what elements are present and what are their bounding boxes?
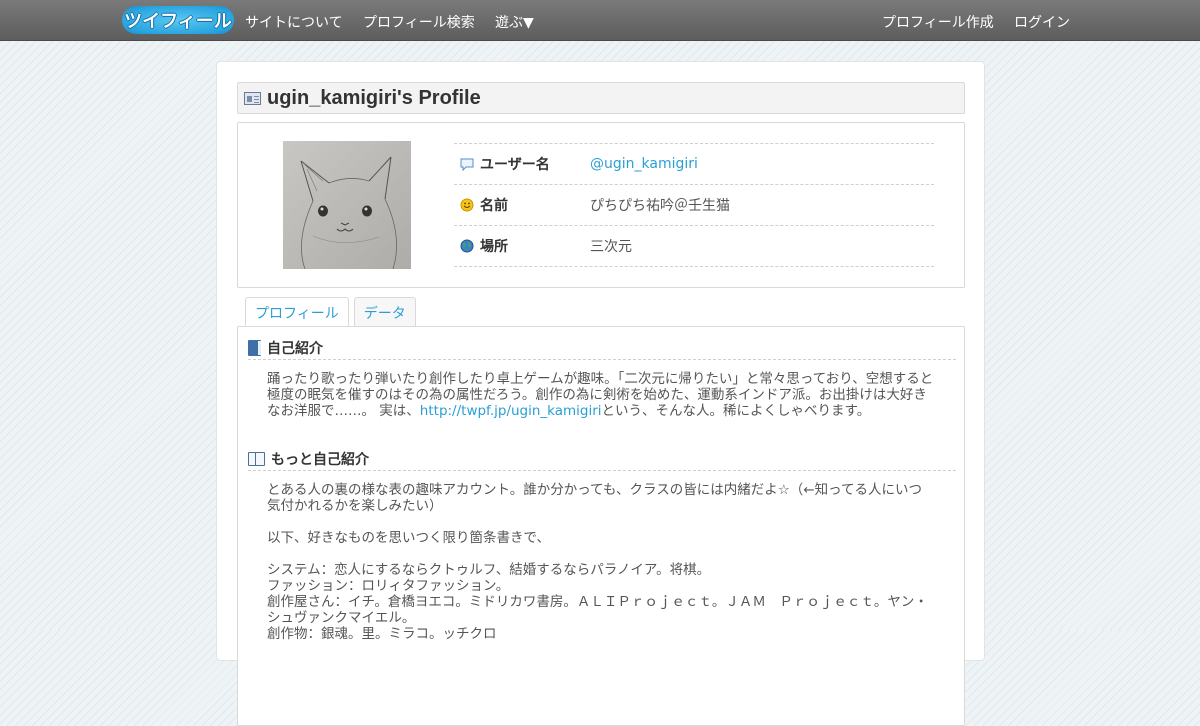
- cat-drawing-icon: [300, 156, 397, 269]
- site-logo[interactable]: ツイフィール: [122, 6, 234, 34]
- profile-info-table: ユーザー名 @ugin_kamigiri 名前 ぴちぴち祐吟＠壬生猫 場所 三次…: [454, 143, 934, 267]
- nav-about[interactable]: サイトについて: [245, 12, 343, 32]
- book-icon: [248, 339, 261, 356]
- page-title: ugin_kamigiri's Profile: [267, 86, 481, 109]
- paragraph: とある人の裏の様な表の趣味アカウント。誰か分かっても、クラスの皆には内緒だよ☆（…: [267, 482, 922, 514]
- page-title-bar: ugin_kamigiri's Profile: [237, 82, 965, 114]
- nav-login[interactable]: ログイン: [1014, 12, 1070, 32]
- avatar[interactable]: [283, 141, 411, 269]
- id-card-icon: [244, 91, 261, 105]
- main-container: ugin_kamigiri's Profile ユーザー名 @ugin_kami…: [216, 61, 985, 726]
- info-label: 場所: [480, 239, 508, 255]
- profile-summary: ユーザー名 @ugin_kamigiri 名前 ぴちぴち祐吟＠壬生猫 場所 三次…: [237, 122, 965, 288]
- top-navbar: ツイフィール サイトについて プロフィール検索 遊ぶ▼ プロフィール作成 ログイ…: [0, 0, 1200, 41]
- nav-profile-search[interactable]: プロフィール検索: [363, 12, 475, 32]
- intro-text-part: という、そんな人。稀によくしゃべります。: [601, 403, 871, 419]
- nav-play-menu[interactable]: 遊ぶ▼: [495, 12, 534, 32]
- section-title: もっと自己紹介: [271, 451, 369, 468]
- profile-tabs: プロフィール データ: [245, 297, 421, 328]
- smiley-icon: [460, 198, 474, 212]
- section-intro-header: 自己紹介: [248, 336, 956, 360]
- section-title: 自己紹介: [267, 340, 323, 357]
- speech-bubble-icon: [460, 158, 474, 171]
- info-row-name: 名前 ぴちぴち祐吟＠壬生猫: [454, 185, 934, 226]
- location-value: 三次元: [590, 239, 632, 255]
- username-link[interactable]: @ugin_kamigiri: [590, 156, 698, 172]
- twpf-link[interactable]: http://twpf.jp/ugin_kamigiri: [420, 403, 602, 419]
- tab-profile[interactable]: プロフィール: [245, 297, 349, 328]
- section-more-header: もっと自己紹介: [248, 447, 956, 471]
- info-label: 名前: [480, 198, 508, 214]
- display-name: ぴちぴち祐吟＠壬生猫: [590, 198, 730, 214]
- paragraph: 以下、好きなものを思いつく限り箇条書きで、: [267, 530, 550, 546]
- profile-content: 自己紹介 踊ったり歌ったり弾いたり創作したり卓上ゲームが趣味。「二次元に帰りたい…: [237, 326, 965, 726]
- paragraph: システム：恋人にするならクトゥルフ、結婚するならパラノイア。将棋。 ファッション…: [267, 562, 928, 642]
- info-row-location: 場所 三次元: [454, 226, 934, 267]
- tab-data[interactable]: データ: [353, 297, 416, 327]
- more-intro-text: とある人の裏の様な表の趣味アカウント。誰か分かっても、クラスの皆には内緒だよ☆（…: [267, 482, 935, 642]
- nav-create-profile[interactable]: プロフィール作成: [882, 12, 994, 32]
- intro-text: 踊ったり歌ったり弾いたり創作したり卓上ゲームが趣味。「二次元に帰りたい」と常々思…: [267, 371, 935, 419]
- info-row-username: ユーザー名 @ugin_kamigiri: [454, 144, 934, 185]
- globe-icon: [460, 239, 474, 253]
- open-book-icon: [248, 452, 265, 466]
- info-label: ユーザー名: [480, 157, 550, 173]
